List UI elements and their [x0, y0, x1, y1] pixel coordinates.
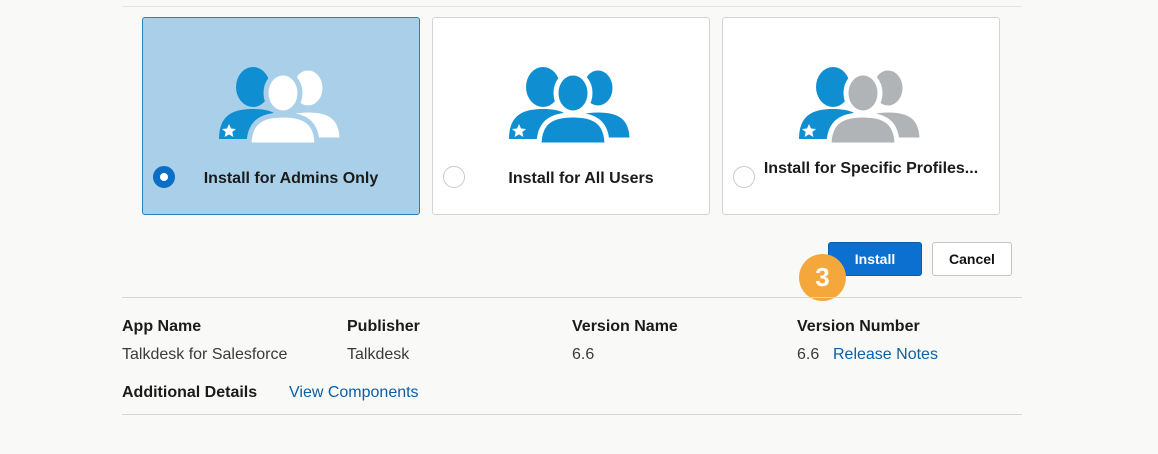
option-label: Install for All Users: [508, 170, 654, 187]
cancel-button[interactable]: Cancel: [932, 242, 1012, 276]
publisher-label: Publisher: [347, 318, 420, 335]
specific-profiles-illustration-icon: [799, 63, 943, 143]
additional-details-label: Additional Details: [122, 384, 258, 401]
release-notes-link[interactable]: Release Notes: [833, 346, 938, 364]
details-divider: [122, 297, 1022, 298]
view-components-link[interactable]: View Components: [289, 384, 419, 402]
option-specific-profiles[interactable]: Install for Specific Profiles...: [722, 17, 1000, 215]
version-number-label: Version Number: [797, 318, 920, 335]
option-all-users[interactable]: Install for All Users: [432, 17, 710, 215]
version-name-label: Version Name: [572, 318, 678, 335]
admins-only-illustration-icon: [219, 63, 363, 143]
version-name-value: 6.6: [572, 346, 595, 363]
all-users-illustration-icon: [509, 63, 653, 143]
publisher-value: Talkdesk: [347, 346, 410, 363]
option-label: Install for Admins Only: [203, 170, 379, 187]
radio-all-users[interactable]: [443, 166, 465, 188]
bottom-divider: [122, 414, 1022, 415]
radio-specific-profiles[interactable]: [733, 166, 755, 188]
app-name-value: Talkdesk for Salesforce: [122, 346, 288, 363]
step-badge: 3: [799, 254, 846, 301]
option-label: Install for Specific Profiles...: [763, 160, 979, 177]
top-divider: [122, 6, 1022, 7]
option-admins-only[interactable]: Install for Admins Only: [142, 17, 420, 215]
version-number-value: 6.6: [797, 346, 820, 363]
radio-admins-only[interactable]: [153, 166, 175, 188]
app-name-label: App Name: [122, 318, 202, 335]
